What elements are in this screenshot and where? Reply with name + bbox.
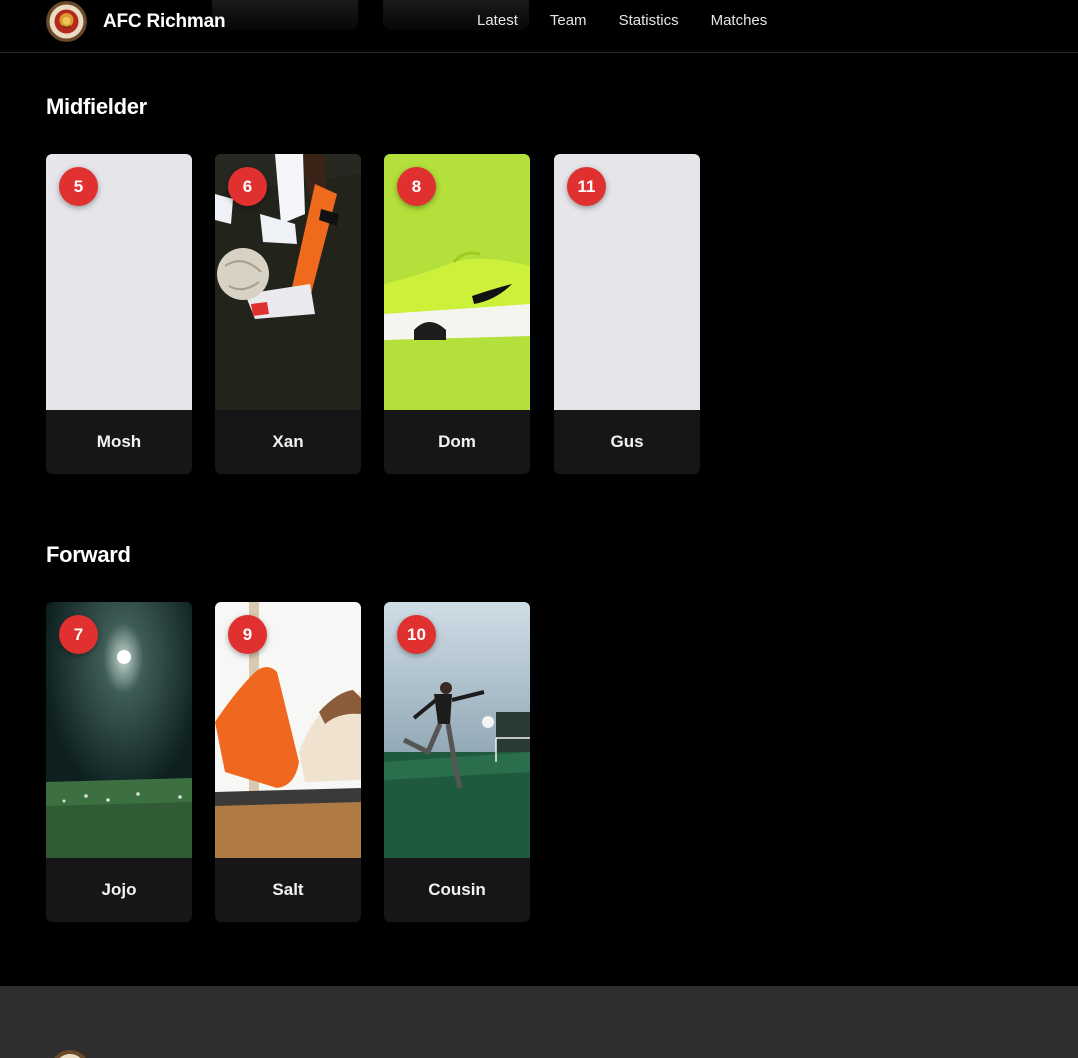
player-number-badge: 11 [567, 167, 606, 206]
forward-grid: 7 Jojo 9 Salt 10 Cousin [46, 602, 746, 922]
player-name: Salt [272, 880, 304, 899]
nav-latest[interactable]: Latest [477, 12, 518, 29]
page-footer [0, 986, 1078, 1058]
nav-team[interactable]: Team [550, 12, 587, 29]
player-name: Xan [272, 432, 304, 451]
top-navigation-bar: AFC Richman Latest Team Statistics Match… [0, 0, 1078, 53]
player-card-xan[interactable]: 6 Xan [215, 154, 361, 474]
lion-crest-icon [50, 1050, 90, 1058]
player-number-badge: 5 [59, 167, 98, 206]
player-name: Gus [610, 432, 644, 451]
player-name: Jojo [101, 880, 137, 899]
player-card-gus[interactable]: 11 Gus [554, 154, 700, 474]
player-number-badge: 8 [397, 167, 436, 206]
player-card-mosh[interactable]: 5 Mosh [46, 154, 192, 474]
player-number-badge: 7 [59, 615, 98, 654]
overlapping-card-edge [212, 0, 358, 30]
player-name: Cousin [428, 880, 486, 899]
player-card-dom[interactable]: 8 Dom [384, 154, 530, 474]
player-number-badge: 6 [228, 167, 267, 206]
player-card-jojo[interactable]: 7 Jojo [46, 602, 192, 922]
nav-statistics[interactable]: Statistics [619, 12, 679, 29]
player-number-badge: 10 [397, 615, 436, 654]
section-title-midfielder: Midfielder [46, 94, 147, 119]
section-title-forward: Forward [46, 542, 131, 567]
player-name: Dom [438, 432, 476, 451]
main-nav: Latest Team Statistics Matches [477, 12, 799, 29]
lion-crest-icon [46, 1, 87, 42]
brand-name: AFC Richman [103, 10, 226, 32]
player-card-salt[interactable]: 9 Salt [215, 602, 361, 922]
nav-matches[interactable]: Matches [711, 12, 768, 29]
player-number-badge: 9 [228, 615, 267, 654]
brand-home-link[interactable]: AFC Richman [46, 1, 226, 42]
midfielder-grid: 5 Mosh 6 Xan 8 Dom 11 Gus [46, 154, 746, 474]
player-card-cousin[interactable]: 10 Cousin [384, 602, 530, 922]
player-name: Mosh [96, 432, 142, 451]
